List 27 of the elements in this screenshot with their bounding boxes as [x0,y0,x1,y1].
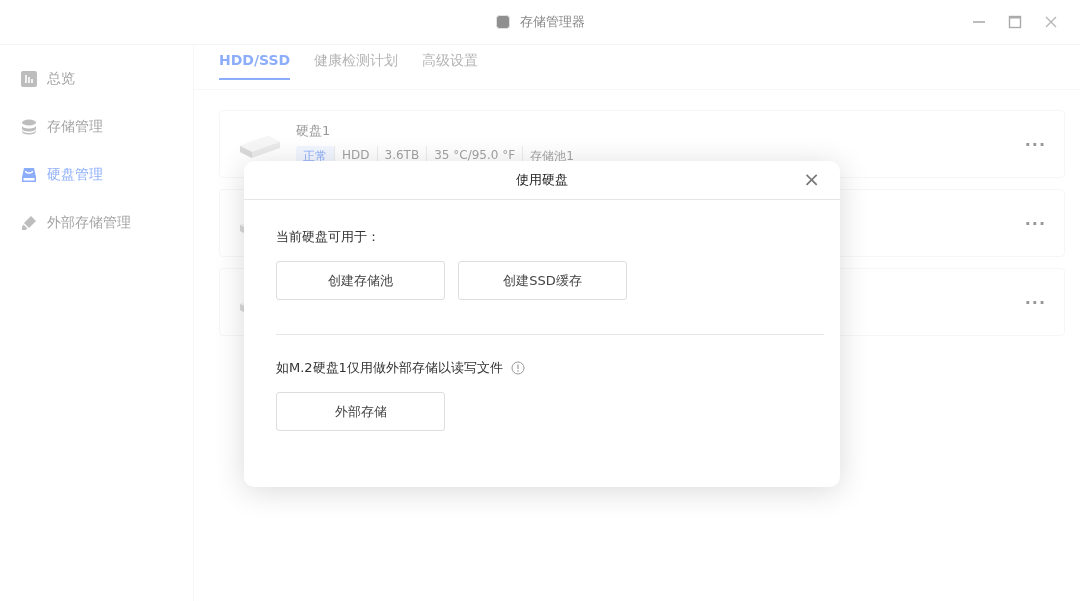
window-title: 存储管理器 [519,13,585,31]
dialog-title: 使用硬盘 [516,171,568,189]
option-button[interactable]: 创建存储池 [276,261,445,300]
close-button[interactable]: × [803,169,820,189]
maximize-icon[interactable] [1008,15,1022,29]
tab[interactable]: 健康检测计划 [314,52,399,80]
sidebar-item[interactable]: 硬盘管理 [0,151,193,199]
drive-icon [21,167,37,183]
tab[interactable]: HDD/SSD [219,52,291,80]
option-button[interactable]: 创建SSD缓存 [458,261,627,300]
database-icon [21,119,37,135]
section-text: 当前硬盘可用于： [276,228,380,246]
chart-icon [21,71,37,87]
info-icon[interactable] [510,361,525,375]
close-icon[interactable] [1044,15,1058,29]
more-button[interactable]: ··· [1024,134,1046,154]
sidebar-item[interactable]: 外部存储管理 [0,199,193,247]
sidebar-item[interactable]: 总览 [0,55,193,103]
eraser-icon [21,215,37,231]
option-button[interactable]: 外部存储 [276,392,445,431]
disk-name: 硬盘1 [296,121,332,140]
sidebar-item[interactable]: 存储管理 [0,103,193,151]
app-icon [495,15,510,29]
tab[interactable]: 高级设置 [422,52,479,80]
section-text: 如M.2硬盘1仅用做外部存储以读写文件 [276,359,503,377]
more-button[interactable]: ··· [1024,213,1046,233]
more-button[interactable]: ··· [1024,292,1046,312]
